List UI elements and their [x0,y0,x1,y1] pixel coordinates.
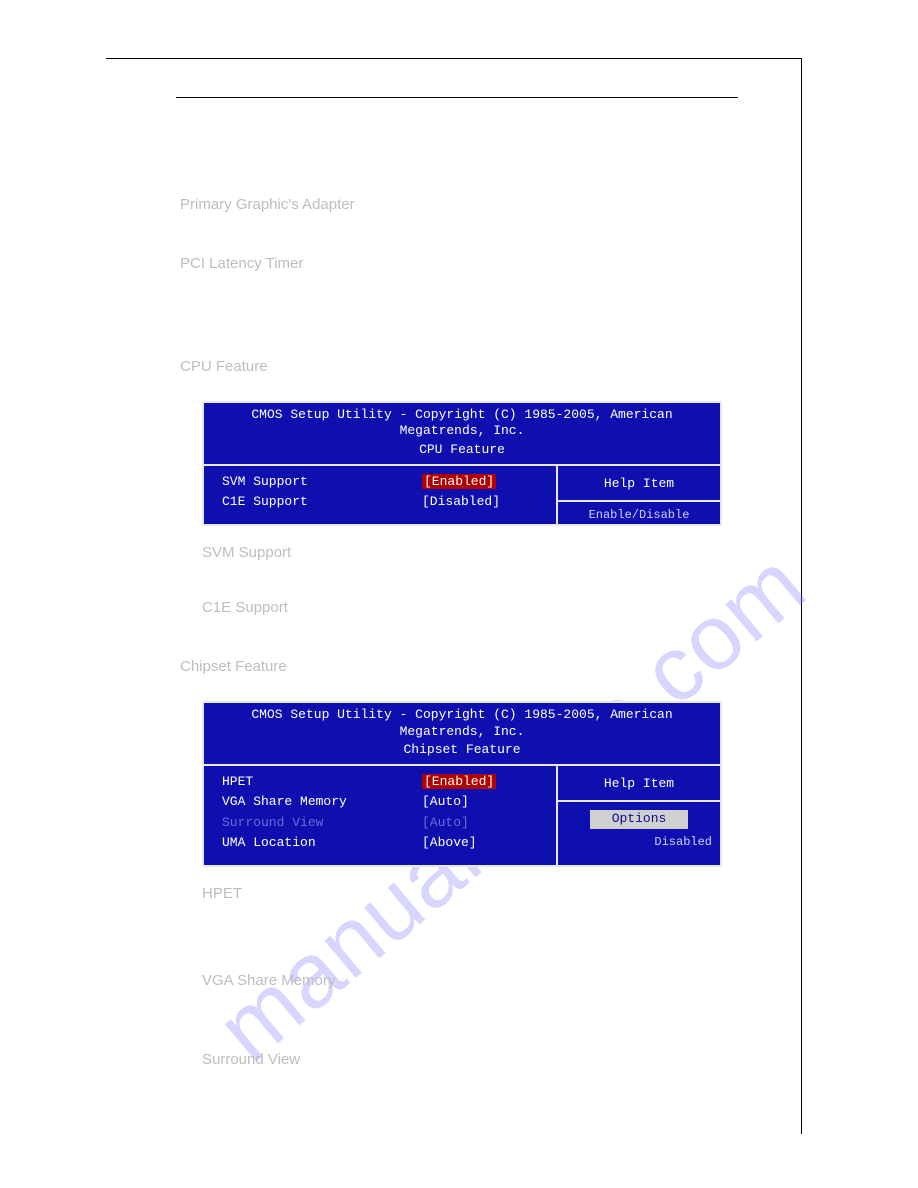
bios-cpu-right-panel: Help Item Enable/Disable [558,466,720,525]
bios-row-label: SVM Support [222,474,422,490]
bios-row-value: [Auto] [422,794,532,810]
bios-row-label: Surround View [222,815,422,831]
bios-help-header: Help Item [566,776,712,792]
bios-row-value-selected: [Enabled] [422,474,496,489]
header-divider [176,97,738,98]
bios-row-label: VGA Share Memory [222,794,422,810]
heading-cpu-feature: CPU Feature [180,358,738,375]
heading-surround-view: Surround View [202,1051,738,1068]
bios-row-value-selected: [Enabled] [422,774,496,789]
bios-row-value: [Disabled] [422,494,532,510]
bios-chipset-right-panel: Help Item Options Disabled [558,766,720,865]
bios-screenshot-cpu: CMOS Setup Utility - Copyright (C) 1985-… [202,401,722,526]
bios-screenshot-chipset: CMOS Setup Utility - Copyright (C) 1985-… [202,701,722,867]
bios-cpu-title: CMOS Setup Utility - Copyright (C) 1985-… [204,403,720,442]
bios-chipset-subtitle: Chipset Feature [204,742,720,764]
bios-row-label: UMA Location [222,835,422,851]
bios-chipset-body: HPET [Enabled] VGA Share Memory [Auto] S… [204,764,720,865]
bios-row-label: HPET [222,774,422,790]
bios-chipset-left-panel: HPET [Enabled] VGA Share Memory [Auto] S… [204,766,558,865]
heading-hpet: HPET [202,885,738,902]
bios-chipset-title: CMOS Setup Utility - Copyright (C) 1985-… [204,703,720,742]
heading-vga-share: VGA Share Memory [202,972,738,989]
heading-primary-graphics: Primary Graphic's Adapter [180,196,738,213]
bios-help-header: Help Item [566,476,712,492]
bios-row-label: C1E Support [222,494,422,510]
bios-row-value: [Above] [422,835,532,851]
document-content: Primary Graphic's Adapter PCI Latency Ti… [176,196,738,1096]
bios-row: Surround View [Auto] [222,815,546,831]
bios-cpu-subtitle: CPU Feature [204,442,720,464]
bios-options-bar: Options [590,810,689,828]
heading-chipset-feature: Chipset Feature [180,658,738,675]
bios-row-value: [Auto] [422,815,532,831]
heading-c1e-support: C1E Support [202,599,738,616]
heading-svm-support: SVM Support [202,544,738,561]
bios-help-cutoff: Disabled [566,835,712,850]
bios-help-cutoff: Enable/Disable [566,508,712,523]
bios-row[interactable]: HPET [Enabled] [222,774,546,790]
bios-row[interactable]: C1E Support [Disabled] [222,494,546,510]
bios-row[interactable]: SVM Support [Enabled] [222,474,546,490]
bios-cpu-left-panel: SVM Support [Enabled] C1E Support [Disab… [204,466,558,525]
bios-row[interactable]: VGA Share Memory [Auto] [222,794,546,810]
heading-pci-latency: PCI Latency Timer [180,255,738,272]
bios-cpu-body: SVM Support [Enabled] C1E Support [Disab… [204,464,720,525]
bios-row[interactable]: UMA Location [Above] [222,835,546,851]
